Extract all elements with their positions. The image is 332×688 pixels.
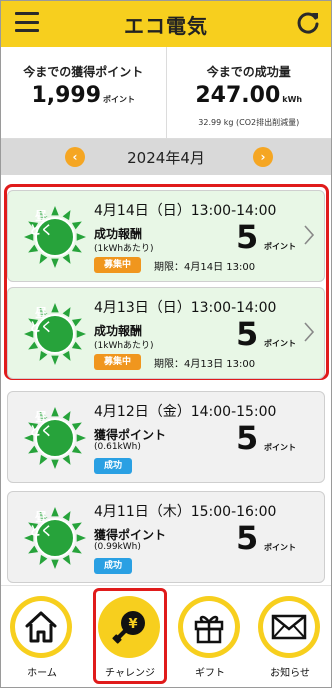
sun-badge-label: 昼とく [29,209,53,237]
challenge-sub: (1kWhあたり) [94,244,154,254]
total-savings-unit: kWh [282,95,303,104]
month-selector: ‹ 2024年4月 › [1,139,331,175]
challenge-card[interactable]: 昼とく 4月13日（日）13:00-14:00 成功報酬 (1kWhあたり) 募… [7,287,325,379]
nav-gift[interactable]: ギフト [169,586,251,687]
points-value: 5 [236,419,259,457]
challenge-sub: (0.61kWh) [94,442,141,452]
challenge-type: 獲得ポイント [94,528,167,542]
points-unit: ポイント [264,339,296,348]
gift-icon [194,615,224,644]
nav-gift-circle [178,596,240,658]
challenge-card[interactable]: 昼とく 4月14日（日）13:00-14:00 成功報酬 (1kWhあたり) 募… [7,190,325,282]
nav-home[interactable]: ホーム [1,586,83,687]
challenge-type: 獲得ポイント [94,428,167,442]
home-icon [25,611,57,643]
points-unit: ポイント [264,543,296,552]
nav-label: チャレンジ [105,668,155,679]
challenge-type: 成功報酬 [94,324,143,338]
nav-home-inner [15,601,67,653]
nav-challenge[interactable]: ¥ チャレンジ [89,586,171,687]
deadline-text: 期限：4月14日 13:00 [154,262,256,273]
chevron-right-icon[interactable] [302,223,316,247]
challenge-sub: (1kWhあたり) [94,341,154,351]
challenge-datetime: 4月14日（日）13:00-14:00 [94,203,277,219]
sun-badge-label: 昼とく [29,306,53,334]
nav-challenge-inner: ¥ [103,601,155,653]
month-label: 2024年4月 [127,149,205,167]
co2-reduction-note: 32.99 kg (CO2排出削減量) [198,118,300,127]
challenge-type: 成功報酬 [94,227,143,241]
challenge-card[interactable]: 昼とく 4月12日（金）14:00-15:00 獲得ポイント (0.61kWh)… [7,391,325,483]
status-badge: 成功 [94,458,133,474]
challenge-sub: (0.99kWh) [94,542,141,552]
nav-label: ホーム [27,668,57,679]
summary-panel: 今までの獲得ポイント 1,999 ポイント 今までの成功量 247.00 kWh 3… [1,47,331,139]
sun-badge-label: 昼とく [29,510,53,538]
challenge-datetime: 4月13日（日）13:00-14:00 [94,300,277,316]
svg-text:¥: ¥ [128,617,137,632]
total-points-unit: ポイント [103,95,136,104]
challenge-list: 昼とく 4月14日（日）13:00-14:00 成功報酬 (1kWhあたり) 募… [1,175,331,585]
chevron-right-icon[interactable] [302,320,316,344]
nav-gift-inner [183,601,235,653]
total-points-box: 今までの獲得ポイント 1,999 ポイント [1,47,166,138]
lightbulb-yen-icon: ¥ [112,611,145,644]
status-badge: 募集中 [94,354,142,370]
total-savings-value: 247.00 [195,83,281,108]
nav-notices-circle [258,596,320,658]
next-month-button[interactable]: › [253,147,273,167]
sun-badge-label: 昼とく [29,410,53,438]
total-savings-row: 247.00 kWh [167,83,332,108]
points-value: 5 [236,218,259,256]
bottom-nav: ホーム ¥ チャレンジ ギフト お知らせ [1,585,331,687]
nav-challenge-circle: ¥ [98,596,160,658]
nav-notices[interactable]: お知らせ [249,586,331,687]
total-savings-label: 今までの成功量 [206,65,291,79]
points-unit: ポイント [264,443,296,452]
challenge-datetime: 4月11日（木）15:00-16:00 [94,504,277,520]
total-points-value: 1,999 [31,83,102,108]
refresh-icon[interactable] [295,10,321,36]
points-unit: ポイント [264,242,296,251]
page-title: エコ電気 [124,14,208,38]
nav-home-circle [10,596,72,658]
nav-label: お知らせ [270,668,310,679]
nav-notices-inner [263,601,315,653]
challenge-card[interactable]: 昼とく 4月11日（木）15:00-16:00 獲得ポイント (0.99kWh)… [7,491,325,583]
total-points-label: 今までの獲得ポイント [23,65,144,79]
status-badge: 成功 [94,558,133,574]
total-points-row: 1,999 ポイント [1,83,166,108]
points-value: 5 [236,519,259,557]
points-value: 5 [236,315,259,353]
app-screen: エコ電気 今までの獲得ポイント 1,999 ポイント 今までの成功量 247.00… [0,0,332,688]
total-savings-box: 今までの成功量 247.00 kWh 32.99 kg (CO2排出削減量) [165,47,332,138]
challenge-datetime: 4月12日（金）14:00-15:00 [94,404,277,420]
mail-icon [271,614,307,640]
status-badge: 募集中 [94,257,142,273]
nav-label: ギフト [195,668,225,679]
deadline-text: 期限：4月13日 13:00 [154,359,256,370]
app-header: エコ電気 [1,1,331,47]
